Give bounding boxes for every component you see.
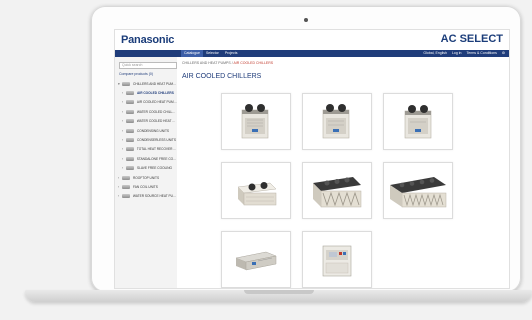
sidebar-item[interactable]: › ROOFTOP UNITS: [115, 173, 177, 182]
sidebar-item[interactable]: › TOTAL HEAT RECOVERY ...: [115, 145, 177, 154]
sidebar-item[interactable]: ▾ CHILLERS AND HEAT PUMPS: [115, 79, 177, 88]
laptop-notch: [243, 290, 314, 294]
breadcrumb-current: AIR COOLED CHILLERS: [233, 61, 274, 65]
laptop-base: [25, 290, 532, 302]
quick-search-input[interactable]: Quick search: [119, 62, 177, 69]
nav-menu: Catalogue Selector Projects: [181, 50, 240, 57]
app-header: Panasonic AC SELECT: [115, 30, 509, 50]
category-thumbnail-icon: [126, 91, 134, 96]
product-image: [404, 105, 432, 139]
sidebar-item-label: WATER COOLED CHILLERS: [136, 109, 177, 114]
product-card[interactable]: [302, 93, 372, 150]
sidebar-item[interactable]: › WATER COOLED HEAT PU...: [115, 117, 177, 126]
sidebar-item-label: CONDENSING UNITS: [137, 128, 170, 133]
sidebar-item[interactable]: › AIR COOLED CHILLERS: [115, 88, 177, 97]
sidebar-item-label: STANDALONE FREE COOL...: [136, 156, 177, 161]
page-title: AIR COOLED CHILLERS: [182, 73, 262, 80]
breadcrumb-parent[interactable]: CHILLERS AND HEAT PUMPS: [182, 61, 231, 65]
sidebar-item[interactable]: › FAN COIL UNITS: [115, 182, 177, 191]
category-thumbnail-icon: [122, 184, 130, 189]
brand-logo[interactable]: Panasonic: [121, 34, 174, 46]
sidebar-item[interactable]: › WATER SOURCE HEAT PUM...: [115, 192, 177, 201]
category-thumbnail-icon: [122, 175, 130, 180]
category-thumbnail-icon: [126, 138, 134, 143]
sidebar-item-label: CONDENSERLESS UNITS: [137, 138, 176, 143]
product-card[interactable]: [221, 231, 291, 288]
breadcrumb: CHILLERS AND HEAT PUMPS / AIR COOLED CHI…: [182, 61, 273, 65]
webcam-icon: [304, 18, 308, 22]
app-screen: Panasonic AC SELECT Catalogue Selector P…: [114, 29, 510, 289]
language-selector[interactable]: Global, English: [423, 50, 447, 57]
sidebar-item[interactable]: › CONDENSING UNITS: [115, 126, 177, 135]
nav-right: Global, English Log in Terms & Condition…: [418, 50, 505, 57]
settings-icon[interactable]: ⚙: [502, 50, 505, 57]
sidebar-item[interactable]: › CONDENSERLESS UNITS: [115, 135, 177, 144]
sidebar-item-label: AIR COOLED HEAT PUMPS: [136, 100, 177, 105]
product-card[interactable]: [302, 162, 372, 219]
sidebar-item-label: CHILLERS AND HEAT PUMPS: [132, 81, 177, 86]
category-thumbnail-icon: [121, 81, 130, 86]
compare-products-link[interactable]: Compare products (0): [119, 72, 153, 76]
sidebar-item[interactable]: › WATER COOLED CHILLERS: [115, 107, 177, 116]
category-thumbnail-icon: [125, 156, 134, 161]
product-card[interactable]: [383, 93, 453, 150]
category-thumbnail-icon: [125, 147, 134, 152]
product-card[interactable]: [302, 231, 372, 288]
main-content: CHILLERS AND HEAT PUMPS / AIR COOLED CHI…: [177, 57, 509, 288]
nav-catalogue[interactable]: Catalogue: [181, 50, 203, 57]
sidebar-item-label: ROOFTOP UNITS: [133, 175, 160, 180]
login-link[interactable]: Log in: [452, 50, 462, 57]
top-navbar: Catalogue Selector Projects Global, Engl…: [115, 50, 509, 57]
sidebar-item-label: TOTAL HEAT RECOVERY ...: [136, 147, 177, 152]
product-image: [390, 177, 447, 208]
category-thumbnail-icon: [126, 166, 134, 171]
product-image: [322, 104, 350, 139]
product-image: [235, 251, 277, 271]
product-card[interactable]: [383, 162, 453, 219]
sidebar-item-label: WATER COOLED HEAT PU...: [136, 119, 177, 124]
terms-link[interactable]: Terms & Conditions: [467, 50, 497, 57]
category-thumbnail-icon: [125, 100, 134, 105]
category-thumbnail-icon: [121, 194, 130, 199]
category-thumbnail-icon: [125, 109, 134, 114]
nav-selector[interactable]: Selector: [203, 50, 222, 57]
product-card[interactable]: [221, 93, 291, 150]
product-image: [322, 245, 352, 277]
app-title: AC SELECT: [440, 33, 503, 45]
category-thumbnail-icon: [125, 119, 134, 124]
product-image: [313, 177, 362, 208]
sidebar-item-label: AIR COOLED CHILLERS: [137, 91, 174, 96]
nav-projects[interactable]: Projects: [222, 50, 241, 57]
sidebar-item-label: WATER SOURCE HEAT PUM...: [132, 194, 177, 199]
product-image: [241, 104, 269, 139]
product-image: [237, 182, 277, 206]
sidebar-item[interactable]: › AIR COOLED HEAT PUMPS: [115, 98, 177, 107]
product-card[interactable]: [221, 162, 291, 219]
sidebar-item[interactable]: › SLAVE FREE COOLING: [115, 164, 177, 173]
category-tree: ▾ CHILLERS AND HEAT PUMPS › AIR COOLED CHIL…: [115, 79, 177, 201]
sidebar-item-label: FAN COIL UNITS: [133, 184, 158, 189]
category-thumbnail-icon: [126, 128, 134, 133]
sidebar: Quick search Compare products (0) ▾ CHILL…: [115, 57, 178, 288]
sidebar-item-label: SLAVE FREE COOLING: [137, 166, 173, 171]
sidebar-item[interactable]: › STANDALONE FREE COOL...: [115, 154, 177, 163]
